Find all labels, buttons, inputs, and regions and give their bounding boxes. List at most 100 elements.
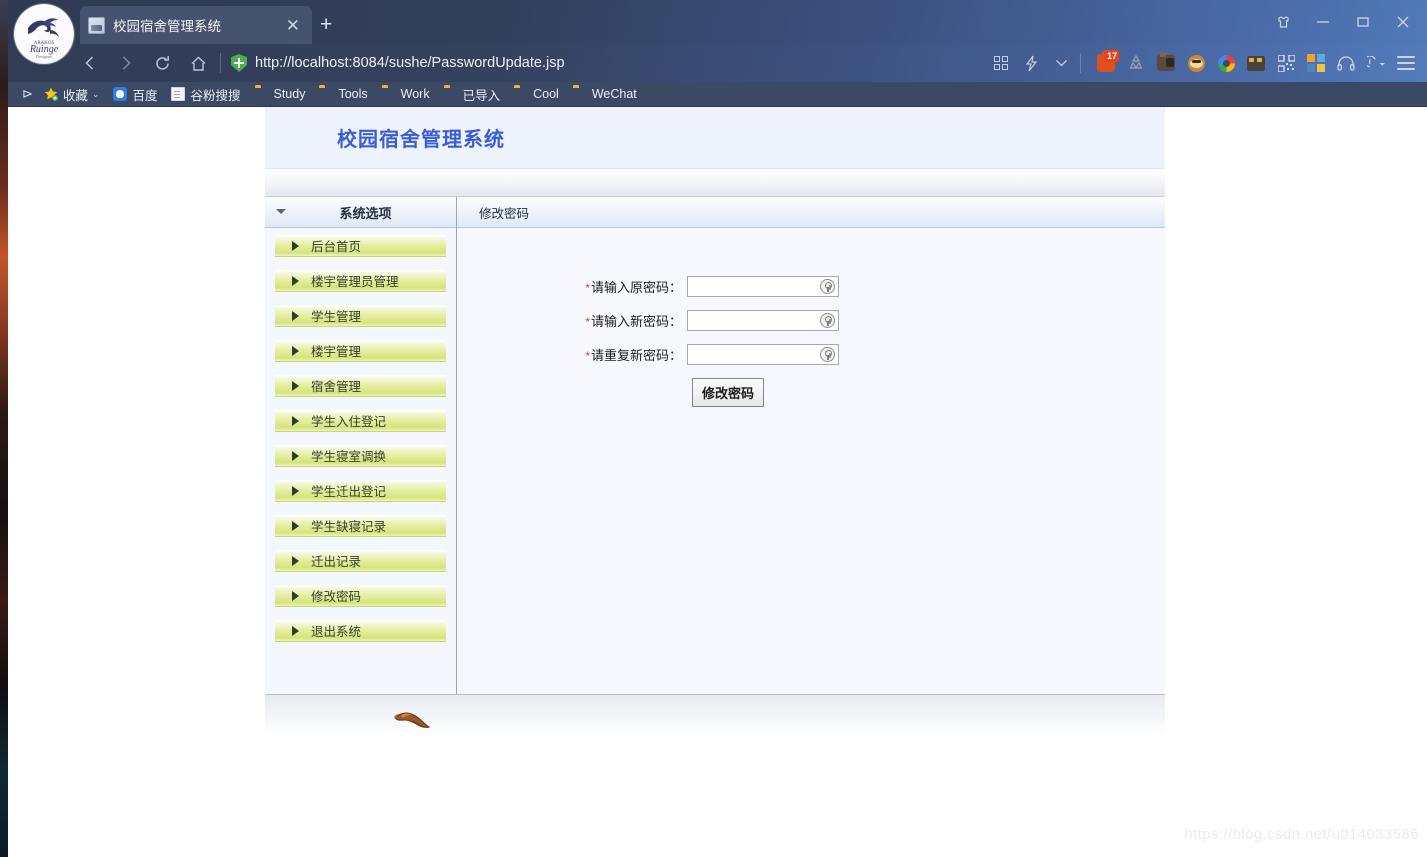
sidebar-item-building-admin[interactable]: 楼宇管理员管理	[275, 270, 446, 292]
header-divider-strip	[265, 169, 1165, 197]
browser-navigation-bar: http://localhost:8084/sushe/PasswordUpda…	[8, 44, 1427, 82]
old-password-label: *请输入原密码：	[585, 280, 682, 295]
new-password-input[interactable]	[687, 310, 839, 331]
sidebar-item-label: 学生入住登记	[311, 415, 387, 429]
extensions-area: 17	[986, 44, 1427, 82]
sidebar-item-label: 楼宇管理	[311, 345, 362, 359]
submit-password-button[interactable]: 修改密码	[692, 378, 765, 407]
bookmark-imported[interactable]: 已导入	[437, 82, 508, 107]
apps-grid-icon[interactable]	[986, 44, 1016, 82]
sidebar-item-moveout-registration[interactable]: 学生迁出登记	[275, 480, 446, 502]
bookmark-label: 谷粉搜搜	[190, 88, 241, 103]
document-icon	[171, 87, 186, 101]
arrow-right-icon	[292, 240, 299, 251]
bookmark-label: 已导入	[462, 88, 501, 103]
content-panel-header: 修改密码	[457, 197, 1165, 228]
required-marker: *	[585, 281, 590, 295]
sidebar-item-logout[interactable]: 退出系统	[275, 620, 446, 642]
sidebar-menu: 后台首页 楼宇管理员管理 学生管理 楼宇管理 宿舍管理 学生入住登记 学生寝室调…	[265, 228, 456, 642]
new-password-wrapper	[687, 310, 839, 331]
back-button[interactable]	[72, 44, 108, 82]
confirm-password-input[interactable]	[687, 344, 839, 365]
home-button[interactable]	[180, 44, 216, 82]
site-header: 校园宿舍管理系统	[265, 107, 1165, 169]
qrcode-icon[interactable]	[1271, 44, 1301, 82]
arrow-right-icon	[292, 590, 299, 601]
bookmark-tools[interactable]: Tools	[312, 82, 374, 107]
sidebar-item-label: 楼宇管理员管理	[311, 275, 399, 289]
sidebar-item-label: 迁出记录	[311, 555, 362, 569]
windows-squares-icon[interactable]	[1301, 44, 1331, 82]
sidebar-item-student-management[interactable]: 学生管理	[275, 305, 446, 327]
calculator-icon[interactable]	[1241, 44, 1271, 82]
bookmark-cool[interactable]: Cool	[507, 82, 566, 107]
password-manager-key-icon[interactable]	[820, 279, 835, 294]
sidebar-item-moveout-records[interactable]: 迁出记录	[275, 550, 446, 572]
maximize-button[interactable]	[1343, 0, 1383, 44]
sidebar-item-home[interactable]: 后台首页	[275, 235, 446, 257]
page-viewport: 校园宿舍管理系统 系统选项 后台首页 楼宇管理员管理 学生管理 楼宇管理 宿舍管…	[8, 107, 1427, 857]
tab-title: 校园宿舍管理系统	[113, 19, 221, 34]
monkey-icon[interactable]	[1181, 44, 1211, 82]
browser-tab[interactable]: 校园宿舍管理系统 ✕	[80, 6, 312, 44]
bookmark-label: Cool	[533, 87, 559, 101]
collect-shirt-icon[interactable]	[1263, 0, 1303, 44]
arrow-right-icon	[292, 380, 299, 391]
bookmark-label: 百度	[132, 88, 158, 103]
chevron-down-icon[interactable]: ⌄	[92, 89, 100, 100]
nav-separator	[220, 53, 221, 73]
sidebar-item-change-password[interactable]: 修改密码	[275, 585, 446, 607]
password-manager-key-icon[interactable]	[820, 313, 835, 328]
tab-close-icon[interactable]: ✕	[282, 17, 304, 34]
sidebar-item-label: 学生管理	[311, 310, 362, 324]
arrow-right-icon	[292, 310, 299, 321]
old-password-wrapper	[687, 276, 839, 297]
web-page: 校园宿舍管理系统 系统选项 后台首页 楼宇管理员管理 学生管理 楼宇管理 宿舍管…	[265, 107, 1165, 857]
chevron-down-icon[interactable]	[276, 209, 286, 214]
google-icon[interactable]	[1211, 44, 1241, 82]
sidebar-item-building-management[interactable]: 楼宇管理	[275, 340, 446, 362]
lightning-icon[interactable]	[1016, 44, 1046, 82]
arrow-right-icon	[292, 520, 299, 531]
bookmark-gufen[interactable]: 谷粉搜搜	[164, 82, 247, 107]
headphones-icon[interactable]	[1331, 44, 1361, 82]
hamburger-menu-icon[interactable]	[1391, 44, 1421, 82]
new-password-label: *请输入新密码：	[585, 314, 682, 329]
bookmark-label: Tools	[338, 87, 368, 101]
sidebar-item-checkin-registration[interactable]: 学生入住登记	[275, 410, 446, 432]
camera-icon[interactable]	[1151, 44, 1181, 82]
bookmark-work[interactable]: Work	[375, 82, 437, 107]
form-row-confirm-password: *请重复新密码：	[457, 344, 1165, 365]
lock-icon[interactable]: 17	[1091, 44, 1121, 82]
forward-button[interactable]	[108, 44, 144, 82]
password-manager-key-icon[interactable]	[820, 347, 835, 362]
form-button-row: 修改密码	[457, 378, 1165, 407]
form-row-new-password: *请输入新密码：	[457, 310, 1165, 331]
undo-icon[interactable]	[1361, 44, 1391, 82]
browser-window: ARAKOS Ruinge Designer 校园宿舍管理系统 ✕ + http…	[8, 0, 1427, 857]
sidebar-item-label: 学生缺寝记录	[311, 520, 387, 534]
browser-profile-avatar[interactable]: ARAKOS Ruinge Designer	[14, 4, 74, 64]
sidebar-header[interactable]: 系统选项	[265, 197, 456, 228]
recycle-icon[interactable]	[1121, 44, 1151, 82]
minimize-button[interactable]	[1303, 0, 1343, 44]
bookmark-favorites[interactable]: 收藏 ⌄	[37, 82, 107, 107]
chevron-down-icon[interactable]	[1046, 44, 1076, 82]
bookmark-wechat[interactable]: WeChat	[566, 82, 644, 107]
bookmarks-list-icon[interactable]: ⊳	[22, 86, 33, 102]
reload-button[interactable]	[144, 44, 180, 82]
address-bar[interactable]: http://localhost:8084/sushe/PasswordUpda…	[231, 44, 986, 82]
new-tab-button[interactable]: +	[320, 14, 332, 35]
sidebar-item-label: 学生迁出登记	[311, 485, 387, 499]
arrow-right-icon	[292, 415, 299, 426]
browser-titlebar: ARAKOS Ruinge Designer 校园宿舍管理系统 ✕ +	[8, 0, 1427, 64]
sidebar-item-room-swap[interactable]: 学生寝室调换	[275, 445, 446, 467]
bookmark-study[interactable]: Study	[248, 82, 313, 107]
confirm-password-wrapper	[687, 344, 839, 365]
sidebar-item-absence-records[interactable]: 学生缺寝记录	[275, 515, 446, 537]
old-password-input[interactable]	[687, 276, 839, 297]
sidebar-item-dorm-management[interactable]: 宿舍管理	[275, 375, 446, 397]
green-shield-icon	[231, 54, 247, 72]
bookmark-baidu[interactable]: 百度	[106, 82, 164, 107]
close-button[interactable]	[1383, 0, 1423, 44]
